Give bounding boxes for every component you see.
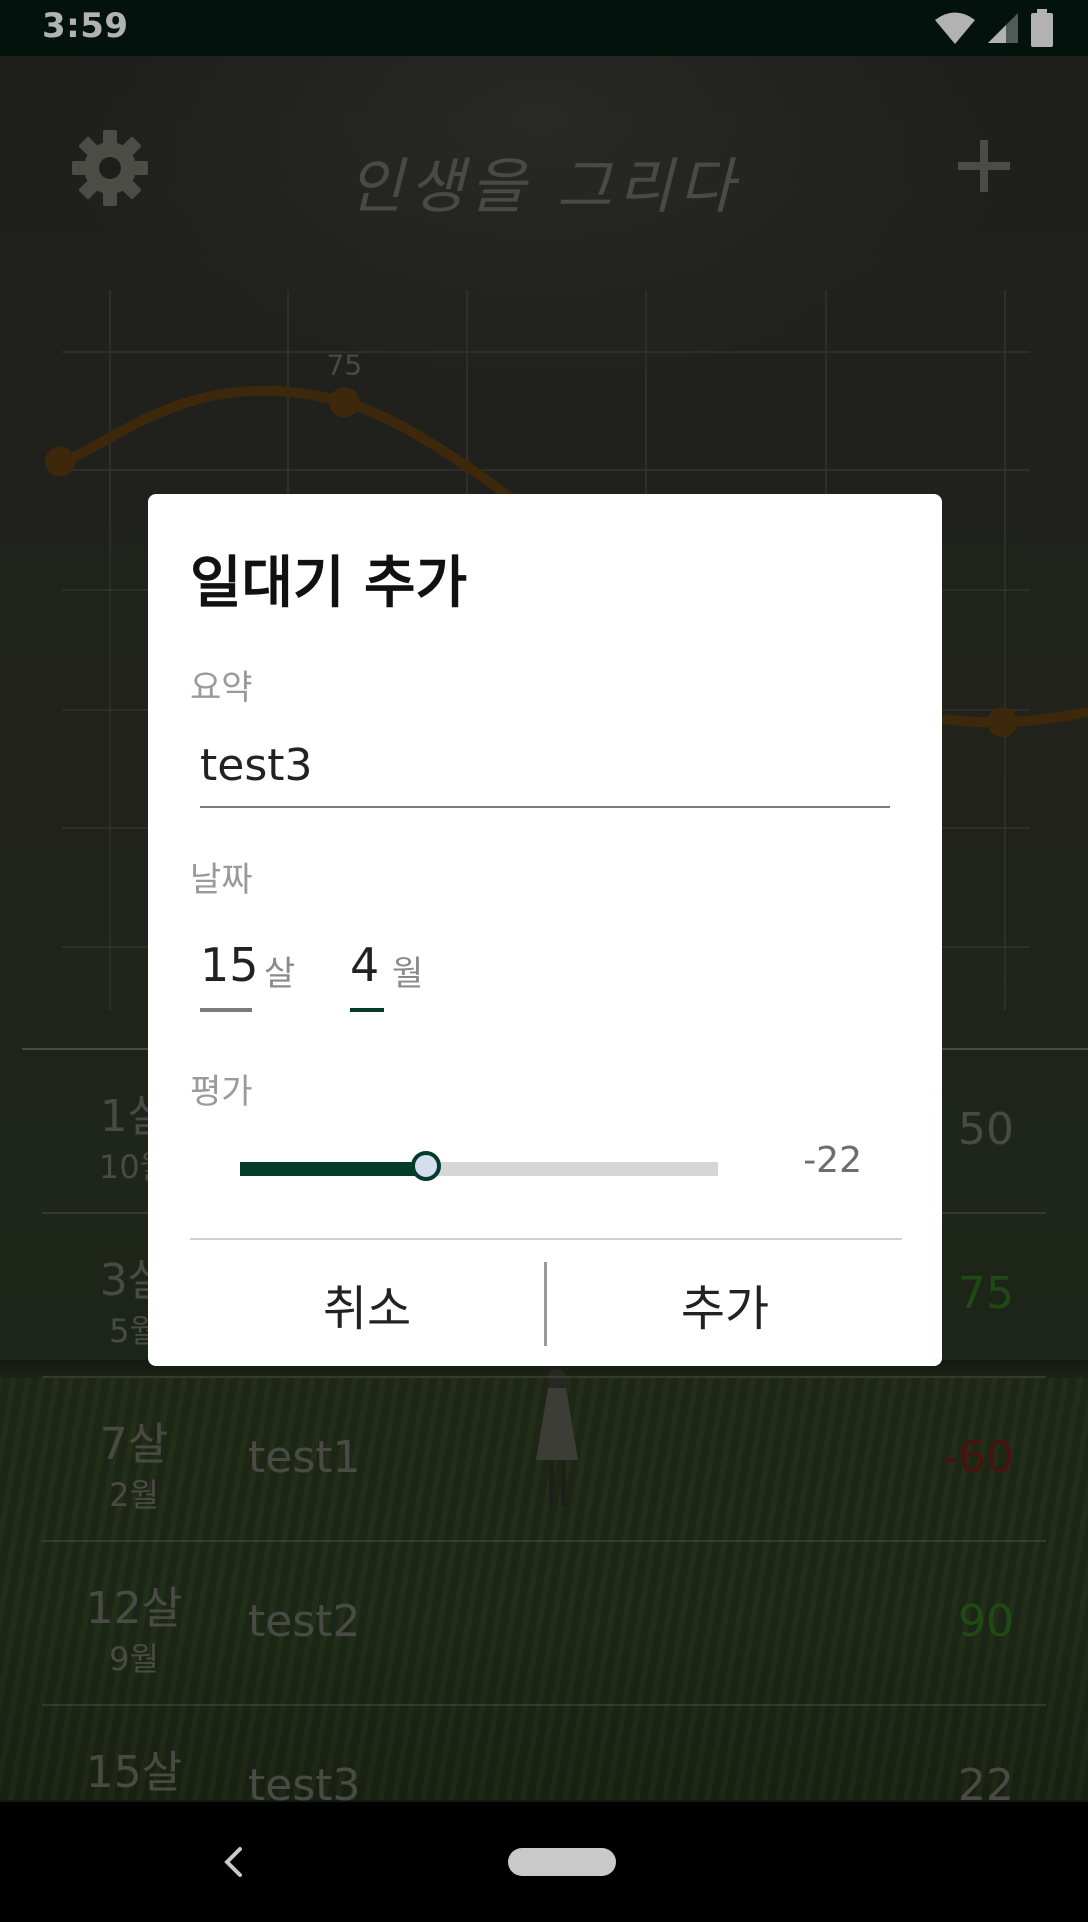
month-unit: 월 — [392, 954, 424, 994]
month-underline — [350, 1008, 384, 1012]
button-divider — [544, 1262, 547, 1346]
dialog-divider — [190, 1238, 902, 1240]
rating-value: -22 — [803, 1140, 862, 1181]
slider-fill — [240, 1162, 427, 1176]
navigation-bar — [0, 1802, 1088, 1922]
cancel-button[interactable]: 취소 — [190, 1262, 544, 1346]
dialog-title: 일대기 추가 — [190, 551, 468, 616]
home-pill-button[interactable] — [508, 1848, 616, 1876]
back-icon[interactable] — [218, 1846, 250, 1878]
rating-slider[interactable] — [240, 1148, 718, 1188]
slider-thumb[interactable] — [411, 1151, 442, 1181]
summary-label: 요약 — [190, 668, 253, 708]
age-unit: 살 — [264, 954, 296, 994]
age-value: 15 — [200, 938, 259, 992]
summary-input[interactable] — [200, 730, 890, 808]
date-label: 날짜 — [190, 860, 253, 900]
add-event-dialog: 일대기 추가 요약 날짜 15 살 4 월 평가 -22 취소 추가 — [148, 494, 942, 1366]
month-value: 4 — [350, 938, 380, 992]
add-button[interactable]: 추가 — [548, 1262, 902, 1346]
age-underline — [200, 1008, 252, 1012]
rating-label: 평가 — [190, 1072, 253, 1112]
